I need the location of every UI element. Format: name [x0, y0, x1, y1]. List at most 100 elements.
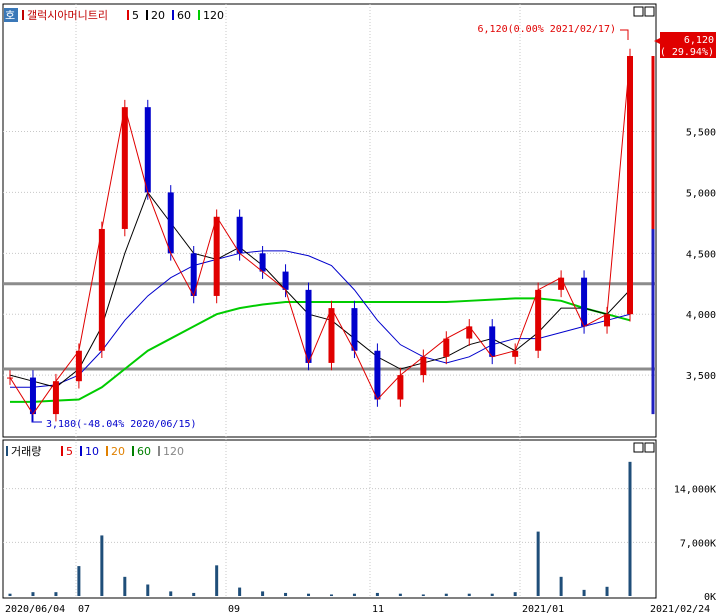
volume-legend-label: 10 [85, 445, 99, 458]
stock-chart: 3,500 4,000 4,500 5,000 5,500 0K 7,000K 14,000K… [2, 3, 716, 615]
candle-body [627, 56, 633, 315]
price-tick-label: 5,000 [686, 188, 716, 199]
candle-body [397, 375, 404, 400]
volume-bar [261, 591, 265, 596]
volume-bar [421, 594, 425, 596]
candle-body [351, 308, 358, 351]
x-axis-label: 07 [78, 604, 90, 615]
legend-label: 갤럭시아머니트리 [27, 9, 108, 22]
x-axis-label: 2021/01 [522, 604, 564, 615]
volume-bar [559, 576, 563, 596]
volume-bar [467, 593, 471, 596]
volume-bar [628, 461, 632, 596]
high-annotation: 6,120(0.00% 2021/02/17) [478, 24, 616, 35]
legend-swatch [127, 10, 129, 20]
legend-label: 120 [203, 9, 224, 22]
candle-body [282, 271, 289, 290]
volume-bar [536, 531, 540, 596]
volume-legend-swatch [61, 446, 63, 456]
candle-body [581, 277, 588, 327]
volume-bar [398, 593, 402, 596]
volume-legend-swatch [80, 446, 82, 456]
volume-legend-swatch [158, 446, 160, 456]
volume-bar [169, 591, 173, 596]
volume-tick-label: 0K [704, 592, 716, 603]
x-axis-label: 11 [372, 604, 384, 615]
volume-bar [605, 586, 609, 596]
volume-bar [490, 593, 494, 596]
volume-bar [238, 587, 242, 596]
candle-body [121, 107, 128, 229]
candle-body [535, 289, 542, 351]
legend-swatch [198, 10, 200, 20]
candle-body [52, 381, 59, 415]
x-axis-label: 09 [228, 604, 240, 615]
volume-bar [54, 592, 58, 596]
volume-bar [192, 592, 196, 596]
volume-bar [329, 594, 333, 596]
panel-tab-label: 호 [5, 9, 15, 22]
legend-swatch [146, 10, 148, 20]
low-annotation: 3,180(-48.04% 2020/06/15) [46, 419, 197, 430]
price-tick-label: 3,500 [686, 371, 716, 382]
last-change-label: ( 29.94%) [660, 47, 714, 58]
volume-legend-label: 거래량 [11, 445, 41, 458]
volume-bar [582, 589, 586, 596]
volume-bar [513, 592, 517, 596]
legend-label: 5 [132, 9, 139, 22]
price-tick-label: 4,000 [686, 310, 716, 321]
candle-body [29, 377, 36, 415]
candle-body [305, 289, 312, 363]
volume-tick-label: 7,000K [680, 538, 716, 549]
restore-button[interactable] [633, 6, 644, 17]
volume-tick-label: 14,000K [674, 485, 716, 496]
price-tick-label: 5,500 [686, 128, 716, 139]
volume-legend-label: 60 [137, 445, 151, 458]
volume-legend-label: 20 [111, 445, 125, 458]
legend-label: 60 [177, 9, 191, 22]
candle-body [489, 326, 496, 357]
volume-restore-button[interactable] [633, 442, 644, 453]
volume-bar [352, 593, 356, 596]
candle-body [98, 228, 105, 351]
volume-bar [444, 593, 448, 596]
close-button[interactable] [644, 6, 655, 17]
volume-legend-label: 120 [163, 445, 184, 458]
volume-bar [123, 576, 127, 596]
candle-body [167, 192, 174, 254]
volume-bar [146, 584, 150, 596]
legend-label: 20 [151, 9, 165, 22]
volume-legend-swatch [106, 446, 108, 456]
volume-close-button[interactable] [644, 442, 655, 453]
price-panel-frame [2, 3, 657, 438]
candle-body [144, 107, 151, 193]
candle-body [604, 314, 611, 327]
volume-legend-label: 5 [66, 445, 73, 458]
volume-legend-swatch [132, 446, 134, 456]
candle-body [374, 350, 381, 400]
volume-bar [31, 592, 35, 596]
volume-legend-swatch [6, 446, 8, 456]
volume-bar [100, 535, 104, 596]
volume-bar [8, 593, 12, 596]
x-axis-label: 2021/02/24 [650, 604, 710, 615]
legend-swatch [22, 10, 24, 20]
x-axis-label: 2020/06/04 [5, 604, 65, 615]
candle-body [236, 216, 243, 254]
candle-body [420, 356, 427, 376]
volume-bar [77, 566, 81, 596]
volume-bar [307, 593, 311, 596]
candle-body [558, 277, 565, 290]
candle-body [75, 350, 82, 382]
candle-body [259, 253, 266, 272]
candle-body [213, 216, 220, 296]
last-price-label: 6,120 [684, 35, 714, 46]
candle-body [328, 308, 335, 363]
legend-swatch [172, 10, 174, 20]
volume-bar [375, 592, 379, 596]
volume-bar [215, 565, 219, 596]
candle-body [466, 326, 473, 339]
volume-bar [284, 592, 288, 596]
candle-body [443, 338, 450, 357]
price-tick-label: 4,500 [686, 249, 716, 260]
